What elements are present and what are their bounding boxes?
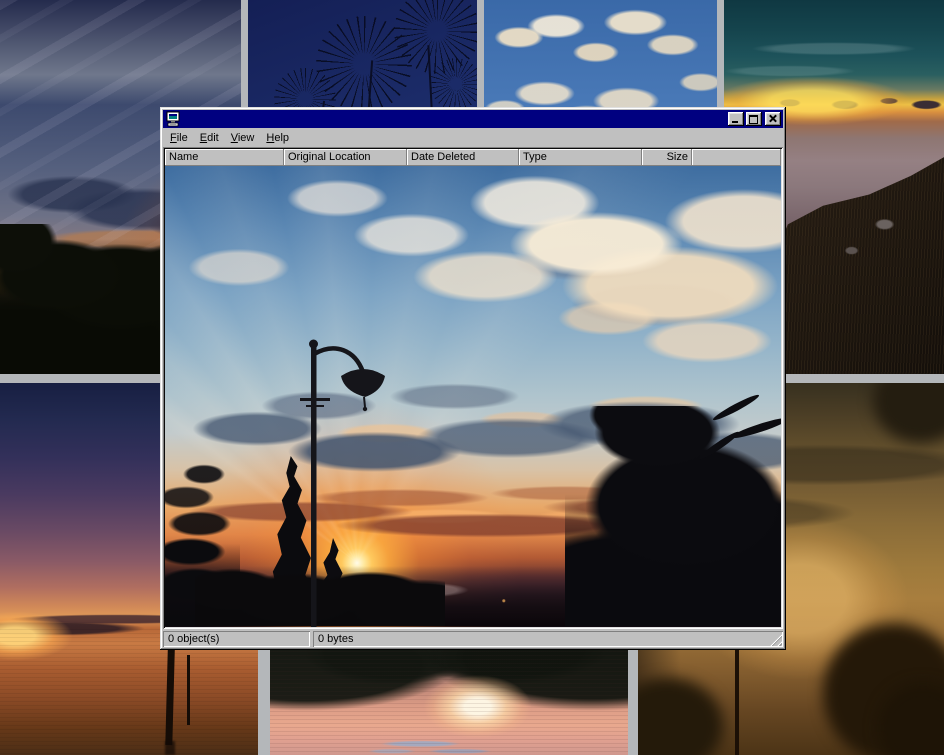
menu-view-hotkey: V (231, 132, 238, 144)
menu-file-label: ile (177, 132, 188, 144)
menu-edit-hotkey: E (200, 132, 207, 144)
menu-edit-label: dit (207, 132, 219, 144)
column-header-date-deleted[interactable]: Date Deleted (407, 149, 519, 166)
status-size: 0 bytes (313, 631, 783, 647)
status-bar: 0 object(s) 0 bytes (163, 631, 783, 647)
pole-reflection (165, 741, 175, 755)
street-lamp (285, 334, 445, 627)
plant-stalk (735, 645, 739, 755)
recycle-bin-window: File Edit View Help Name Original Locati… (160, 107, 786, 650)
minimize-button[interactable] (728, 112, 744, 126)
maximize-button[interactable] (746, 112, 762, 126)
menu-view-label: iew (238, 132, 255, 144)
water-ripples (270, 651, 628, 755)
minimize-icon (732, 121, 738, 123)
menu-view[interactable]: View (225, 130, 261, 146)
water-pole (187, 655, 190, 725)
title-bar[interactable] (163, 110, 783, 128)
blurred-bush (873, 383, 944, 443)
column-header-size[interactable]: Size (642, 149, 692, 166)
umbel-flower (430, 58, 477, 110)
list-view[interactable]: Name Original Location Date Deleted Type… (163, 147, 783, 629)
menu-file-hotkey: F (170, 132, 177, 144)
menu-edit[interactable]: Edit (194, 130, 225, 146)
column-header-type[interactable]: Type (519, 149, 642, 166)
status-objects: 0 object(s) (163, 631, 310, 647)
column-header-blank[interactable] (692, 149, 781, 166)
desktop: File Edit View Help Name Original Locati… (0, 0, 944, 755)
sunset-photo (165, 166, 781, 627)
menu-help[interactable]: Help (260, 130, 295, 146)
right-tree-mass (565, 406, 781, 626)
computer-window-icon (165, 111, 181, 127)
menu-bar: File Edit View Help (163, 128, 783, 147)
menu-help-label: elp (274, 132, 289, 144)
column-header-name[interactable]: Name (165, 149, 284, 166)
close-button[interactable] (765, 112, 781, 126)
column-header-original-location[interactable]: Original Location (284, 149, 407, 166)
menu-file[interactable]: File (164, 130, 194, 146)
column-header-row: Name Original Location Date Deleted Type… (165, 149, 781, 166)
blurred-bush (638, 678, 723, 755)
close-icon (765, 112, 781, 126)
maximize-icon (749, 115, 758, 124)
